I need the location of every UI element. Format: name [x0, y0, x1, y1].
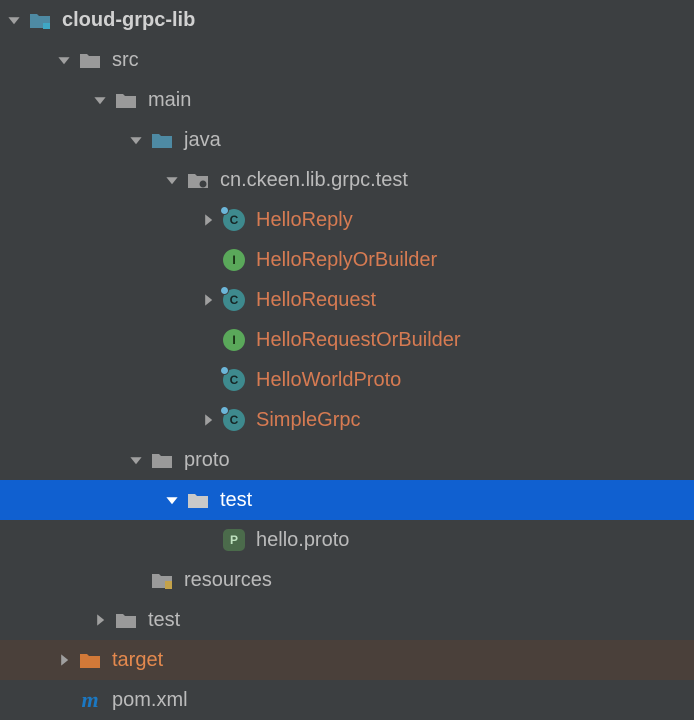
tree-row-class[interactable]: C HelloWorldProto — [0, 360, 694, 400]
tree-label: HelloWorldProto — [256, 369, 401, 392]
tree-row-file[interactable]: P hello.proto — [0, 520, 694, 560]
tree-label: HelloRequest — [256, 289, 376, 312]
chevron-down-icon[interactable] — [126, 130, 146, 150]
class-icon: C — [222, 408, 246, 432]
chevron-down-icon[interactable] — [126, 450, 146, 470]
tree-row-package[interactable]: cn.ckeen.lib.grpc.test — [0, 160, 694, 200]
tree-label: cloud-grpc-lib — [62, 9, 195, 32]
class-icon: C — [222, 368, 246, 392]
folder-icon — [114, 88, 138, 112]
chevron-right-icon[interactable] — [198, 290, 218, 310]
module-folder-icon — [28, 8, 52, 32]
tree-label: resources — [184, 569, 272, 592]
chevron-right-icon[interactable] — [198, 210, 218, 230]
tree-row-folder[interactable]: proto — [0, 440, 694, 480]
chevron-right-icon[interactable] — [198, 410, 218, 430]
class-icon: C — [222, 288, 246, 312]
folder-icon — [78, 48, 102, 72]
interface-icon: I — [222, 248, 246, 272]
tree-row-interface[interactable]: I HelloReplyOrBuilder — [0, 240, 694, 280]
chevron-down-icon[interactable] — [90, 90, 110, 110]
tree-row-folder[interactable]: main — [0, 80, 694, 120]
tree-row-class[interactable]: C SimpleGrpc — [0, 400, 694, 440]
excluded-folder-icon — [78, 648, 102, 672]
resources-folder-icon — [150, 568, 174, 592]
chevron-down-icon[interactable] — [162, 170, 182, 190]
chevron-down-icon[interactable] — [54, 50, 74, 70]
maven-file-icon: m — [78, 688, 102, 712]
tree-row-resources-folder[interactable]: resources — [0, 560, 694, 600]
tree-row-file[interactable]: m pom.xml — [0, 680, 694, 720]
tree-row-folder[interactable]: test — [0, 600, 694, 640]
tree-row-class[interactable]: C HelloReply — [0, 200, 694, 240]
tree-label: HelloRequestOrBuilder — [256, 329, 461, 352]
tree-row-folder[interactable]: src — [0, 40, 694, 80]
project-tree[interactable]: cloud-grpc-lib src main java — [0, 0, 694, 720]
tree-row-class[interactable]: C HelloRequest — [0, 280, 694, 320]
proto-file-icon: P — [222, 528, 246, 552]
tree-label: HelloReplyOrBuilder — [256, 249, 437, 272]
class-icon: C — [222, 208, 246, 232]
tree-label: java — [184, 129, 221, 152]
package-icon — [186, 168, 210, 192]
source-folder-icon — [150, 128, 174, 152]
chevron-right-icon[interactable] — [54, 650, 74, 670]
tree-label: hello.proto — [256, 529, 349, 552]
chevron-down-icon[interactable] — [4, 10, 24, 30]
folder-icon — [114, 608, 138, 632]
folder-icon — [186, 488, 210, 512]
tree-label: main — [148, 89, 191, 112]
tree-label: pom.xml — [112, 689, 188, 712]
tree-row-interface[interactable]: I HelloRequestOrBuilder — [0, 320, 694, 360]
tree-label: src — [112, 49, 139, 72]
chevron-down-icon[interactable] — [162, 490, 182, 510]
tree-label: test — [148, 609, 180, 632]
interface-icon: I — [222, 328, 246, 352]
tree-row-folder-selected[interactable]: test — [0, 480, 694, 520]
tree-label: cn.ckeen.lib.grpc.test — [220, 169, 408, 192]
tree-label: proto — [184, 449, 230, 472]
tree-row-module[interactable]: cloud-grpc-lib — [0, 0, 694, 40]
tree-label: test — [220, 489, 252, 512]
folder-icon — [150, 448, 174, 472]
chevron-right-icon[interactable] — [90, 610, 110, 630]
tree-row-source-folder[interactable]: java — [0, 120, 694, 160]
tree-label: HelloReply — [256, 209, 353, 232]
tree-label: SimpleGrpc — [256, 409, 360, 432]
tree-label: target — [112, 649, 163, 672]
tree-row-excluded-folder[interactable]: target — [0, 640, 694, 680]
